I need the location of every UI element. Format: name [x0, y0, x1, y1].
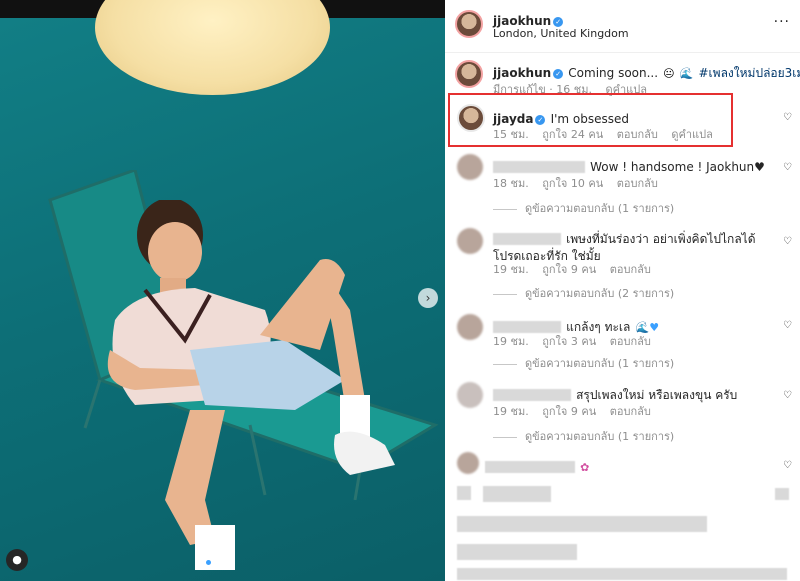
heart-icon[interactable]: ♡	[783, 320, 792, 331]
comment-likes[interactable]: ถูกใจ 10 คน	[542, 177, 603, 190]
avatar[interactable]	[455, 10, 483, 38]
caption-text: Coming soon...	[568, 66, 659, 80]
lamp-light	[95, 0, 330, 95]
comment-text: สรุปเพลงใหม่ หรือเพลงขุน ครับ	[576, 388, 738, 402]
caption-author[interactable]: jjaokhun	[493, 66, 551, 80]
comment-likes[interactable]: ถูกใจ 9 คน	[542, 405, 596, 418]
wave-emoji-icon: 🌊	[679, 67, 694, 80]
heart-icon[interactable]: ♡	[783, 460, 792, 471]
person	[107, 200, 395, 570]
flower-emoji-icon: ✿	[580, 461, 590, 474]
tagged-user-icon[interactable]: ●	[6, 549, 28, 571]
post-photo[interactable]: › ●	[0, 0, 445, 581]
comment-likes[interactable]: ถูกใจ 3 คน	[542, 335, 596, 348]
blurred-username	[493, 232, 561, 245]
verified-icon: ✓	[553, 17, 564, 27]
post-location[interactable]: London, United Kingdom	[493, 27, 629, 40]
blurred-username	[493, 320, 561, 333]
blurred-comments	[445, 482, 800, 581]
carousel-dots	[206, 560, 229, 565]
view-replies[interactable]: ดูข้อความตอบกลับ (1 รายการ)	[493, 427, 674, 445]
avatar[interactable]	[457, 452, 479, 474]
avatar[interactable]	[457, 154, 483, 180]
blurred-content	[775, 488, 789, 500]
blurred-username	[493, 388, 571, 401]
divider	[445, 52, 800, 53]
carousel-dot	[215, 560, 220, 565]
heart-icon[interactable]: ♡	[783, 390, 792, 401]
view-replies[interactable]: ดูข้อความตอบกลับ (1 รายการ)	[493, 354, 674, 372]
blurred-content	[457, 486, 471, 500]
blurred-username	[493, 160, 585, 173]
carousel-dot	[206, 560, 211, 565]
heart-icon[interactable]: ♡	[783, 112, 792, 123]
heart-icon[interactable]: ♡	[783, 162, 792, 173]
post-author[interactable]: jjaokhun	[493, 14, 551, 28]
highlight-box	[448, 93, 733, 147]
blurred-content	[483, 486, 551, 502]
blurred-username	[485, 460, 575, 473]
avatar[interactable]	[455, 60, 483, 88]
blurred-content	[457, 544, 577, 560]
view-replies[interactable]: ดูข้อความตอบกลับ (1 รายการ)	[493, 199, 674, 217]
comment-time: 19 ชม.	[493, 263, 529, 276]
reply-button[interactable]: ตอบกลับ	[610, 263, 651, 276]
blurred-content	[457, 516, 707, 532]
avatar[interactable]	[457, 382, 483, 408]
smile-emoji-icon: 😐	[663, 67, 675, 80]
next-photo-button[interactable]: ›	[418, 288, 438, 308]
comment-time: 19 ชม.	[493, 405, 529, 418]
caption-hashtag[interactable]: #เพลงใหม่ปล่อย3เมษา	[699, 66, 800, 80]
heart-icon[interactable]: ♡	[783, 236, 792, 247]
reply-button[interactable]: ตอบกลับ	[610, 405, 651, 418]
blurred-content	[457, 568, 787, 580]
comment-likes[interactable]: ถูกใจ 9 คน	[542, 263, 596, 276]
avatar[interactable]	[457, 228, 483, 254]
comment-text: Wow ! handsome ! Jaokhun♥	[590, 160, 765, 174]
view-replies[interactable]: ดูข้อความตอบกลับ (2 รายการ)	[493, 284, 674, 302]
comment-time: 19 ชม.	[493, 335, 529, 348]
verified-icon: ✓	[553, 69, 564, 79]
comments-panel: jjaokhun ✓ London, United Kingdom ··· jja…	[445, 0, 800, 581]
more-icon[interactable]: ···	[774, 14, 790, 30]
comment-time: 18 ชม.	[493, 177, 529, 190]
carousel-dot	[224, 560, 229, 565]
reply-button[interactable]: ตอบกลับ	[610, 335, 651, 348]
avatar[interactable]	[457, 314, 483, 340]
reply-button[interactable]: ตอบกลับ	[617, 177, 658, 190]
